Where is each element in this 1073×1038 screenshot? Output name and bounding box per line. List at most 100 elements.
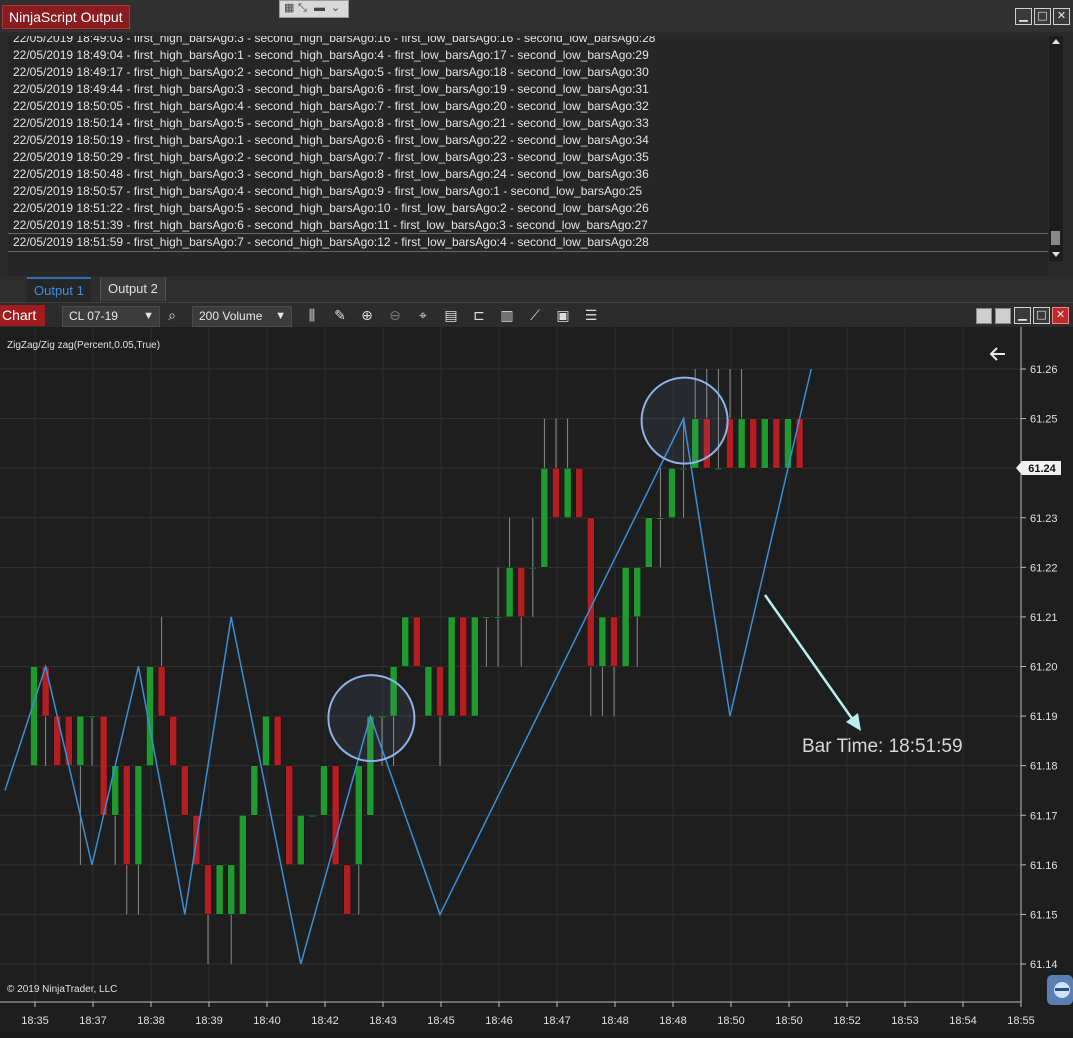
bar-style-icon[interactable]: ⫼ bbox=[303, 307, 321, 325]
candle-body bbox=[250, 765, 259, 816]
chart-minimize-button[interactable]: ▁ bbox=[1014, 307, 1031, 324]
price-tick-label: 61.26 bbox=[1030, 364, 1058, 376]
candle-body bbox=[285, 765, 293, 866]
tile-button[interactable] bbox=[976, 308, 992, 324]
output-log-scrollbar[interactable] bbox=[1049, 36, 1063, 261]
instrument-selector[interactable]: CL 07-19 ▼ bbox=[62, 306, 160, 327]
candle-body bbox=[262, 715, 270, 766]
time-tick-label: 18:50 bbox=[775, 1015, 803, 1027]
minimize-button[interactable]: ▁ bbox=[1015, 8, 1032, 25]
instrument-value: CL 07-19 bbox=[69, 309, 118, 323]
candle-body bbox=[633, 567, 641, 618]
log-line[interactable]: 22/05/2019 18:50:48 - first_high_barsAgo… bbox=[8, 166, 1048, 183]
time-tick-label: 18:50 bbox=[717, 1015, 745, 1027]
candle-body bbox=[30, 666, 38, 766]
chart-window-title[interactable]: Chart bbox=[0, 305, 45, 326]
chart-toolbar: Chart CL 07-19 ▼ ⌕ 200 Volume ▼ ⫼ ✎ ⊕ ⊖ … bbox=[0, 302, 1073, 328]
log-line[interactable]: 22/05/2019 18:50:19 - first_high_barsAgo… bbox=[8, 132, 1048, 149]
time-tick-label: 18:48 bbox=[659, 1015, 687, 1027]
log-line[interactable]: 22/05/2019 18:49:04 - first_high_barsAgo… bbox=[8, 47, 1048, 64]
templates-icon[interactable]: ⊏ bbox=[470, 307, 488, 325]
candle-body bbox=[656, 517, 665, 520]
highlight-circle bbox=[640, 376, 729, 465]
candle-body bbox=[552, 467, 560, 519]
candle-body bbox=[737, 418, 746, 469]
log-line[interactable]: 22/05/2019 18:50:57 - first_high_barsAgo… bbox=[8, 183, 1048, 200]
zoom-out-icon[interactable]: ⊖ bbox=[386, 307, 404, 325]
maximize-button[interactable]: □ bbox=[1034, 8, 1051, 25]
scroll-up-icon[interactable] bbox=[1052, 39, 1060, 44]
output-tabs: Output 1 Output 2 bbox=[0, 277, 1073, 303]
log-line[interactable]: 22/05/2019 18:49:17 - first_high_barsAgo… bbox=[8, 64, 1048, 81]
zoom-in-icon[interactable]: ⊕ bbox=[358, 307, 376, 325]
candle-body bbox=[239, 815, 247, 915]
restore-button[interactable] bbox=[995, 308, 1011, 324]
indicators-icon[interactable]: ⟋ bbox=[526, 307, 544, 325]
candle-body bbox=[645, 517, 653, 568]
time-tick-label: 18:55 bbox=[1007, 1015, 1035, 1027]
candle-body bbox=[227, 864, 235, 915]
current-price-label: 61.24 bbox=[1028, 463, 1056, 475]
dock-grid-icon[interactable]: ▦ bbox=[284, 1, 294, 16]
candle-body bbox=[181, 765, 189, 816]
copyright-text: © 2019 NinjaTrader, LLC bbox=[7, 984, 117, 995]
dock-collapse-icon[interactable]: ⤡ bbox=[298, 1, 307, 16]
output-window-title[interactable]: NinjaScript Output bbox=[2, 5, 130, 29]
tab-output-2[interactable]: Output 2 bbox=[100, 277, 166, 301]
candle-body bbox=[134, 765, 143, 866]
price-chart[interactable]: 61.26 61.25 61.24 61.23 61.22 61.21 61.20 61.19… bbox=[0, 327, 1073, 1032]
properties-list-icon[interactable]: ☰ bbox=[582, 307, 600, 325]
time-tick-label: 18:52 bbox=[833, 1015, 861, 1027]
drawing-tool-icon[interactable]: ✎ bbox=[331, 307, 349, 325]
candle-body bbox=[204, 864, 212, 915]
dock-grip[interactable]: ▦ ⤡ ▬ ⌄ bbox=[279, 0, 349, 18]
candle-body bbox=[401, 616, 409, 667]
crosshair-icon[interactable]: ⌖ bbox=[414, 307, 432, 325]
log-line[interactable]: 22/05/2019 18:49:03 - first_high_barsAgo… bbox=[8, 36, 1048, 47]
candle-body bbox=[505, 567, 514, 618]
time-tick-label: 18:39 bbox=[195, 1015, 223, 1027]
price-tick-label: 61.14 bbox=[1030, 959, 1058, 971]
time-tick-label: 18:43 bbox=[369, 1015, 397, 1027]
log-line[interactable]: 22/05/2019 18:50:05 - first_high_barsAgo… bbox=[8, 98, 1048, 115]
time-tick-label: 18:42 bbox=[311, 1015, 339, 1027]
candle-body bbox=[575, 467, 583, 519]
log-line[interactable]: 22/05/2019 18:50:14 - first_high_barsAgo… bbox=[8, 115, 1048, 132]
price-tick-label: 61.23 bbox=[1030, 513, 1058, 525]
close-button[interactable]: ✕ bbox=[1053, 8, 1070, 25]
strategies-icon[interactable]: ▣ bbox=[554, 307, 572, 325]
log-line[interactable]: 22/05/2019 18:50:29 - first_high_barsAgo… bbox=[8, 149, 1048, 166]
scroll-thumb[interactable] bbox=[1051, 231, 1060, 245]
chart-horizontal-scrollbar[interactable] bbox=[0, 1032, 1073, 1038]
candle-body bbox=[482, 616, 491, 619]
candle-body bbox=[308, 815, 317, 817]
chart-trader-icon[interactable]: ▥ bbox=[498, 307, 516, 325]
log-line[interactable]: 22/05/2019 18:51:59 - first_high_barsAgo… bbox=[8, 233, 1048, 252]
candle-body bbox=[761, 418, 769, 469]
candle-body bbox=[169, 715, 177, 766]
scroll-down-icon[interactable] bbox=[1052, 252, 1060, 257]
price-tick-label: 61.17 bbox=[1030, 810, 1058, 822]
candle-body bbox=[471, 616, 479, 717]
tab-output-1[interactable]: Output 1 bbox=[27, 277, 91, 303]
data-box-icon[interactable]: ▤ bbox=[442, 307, 460, 325]
scroll-right-icon[interactable] bbox=[1047, 975, 1073, 1005]
chevron-down-icon: ▼ bbox=[275, 310, 286, 322]
dock-chevron-down-icon[interactable]: ⌄ bbox=[331, 1, 340, 16]
chart-close-button[interactable]: ✕ bbox=[1052, 307, 1069, 324]
log-line[interactable]: 22/05/2019 18:49:44 - first_high_barsAgo… bbox=[8, 81, 1048, 98]
bar-type-value: 200 Volume bbox=[199, 309, 263, 323]
bar-type-selector[interactable]: 200 Volume ▼ bbox=[192, 306, 292, 327]
candle-body bbox=[320, 765, 328, 816]
log-line[interactable]: 22/05/2019 18:51:39 - first_high_barsAgo… bbox=[8, 217, 1048, 234]
log-line[interactable]: 22/05/2019 18:51:22 - first_high_barsAgo… bbox=[8, 200, 1048, 217]
chart-maximize-button[interactable]: □ bbox=[1033, 307, 1050, 324]
price-tick-label: 61.20 bbox=[1030, 662, 1058, 674]
output-log[interactable]: 22/05/2019 18:49:03 - first_high_barsAgo… bbox=[8, 36, 1048, 276]
output-window-titlebar: NinjaScript Output ▦ ⤡ ▬ ⌄ ▁ □ ✕ bbox=[0, 0, 1073, 32]
dock-minimize-icon[interactable]: ▬ bbox=[314, 1, 325, 16]
candle-body bbox=[343, 864, 351, 915]
candle-body bbox=[424, 666, 433, 717]
search-icon[interactable]: ⌕ bbox=[163, 307, 181, 325]
candle-body bbox=[88, 715, 96, 718]
